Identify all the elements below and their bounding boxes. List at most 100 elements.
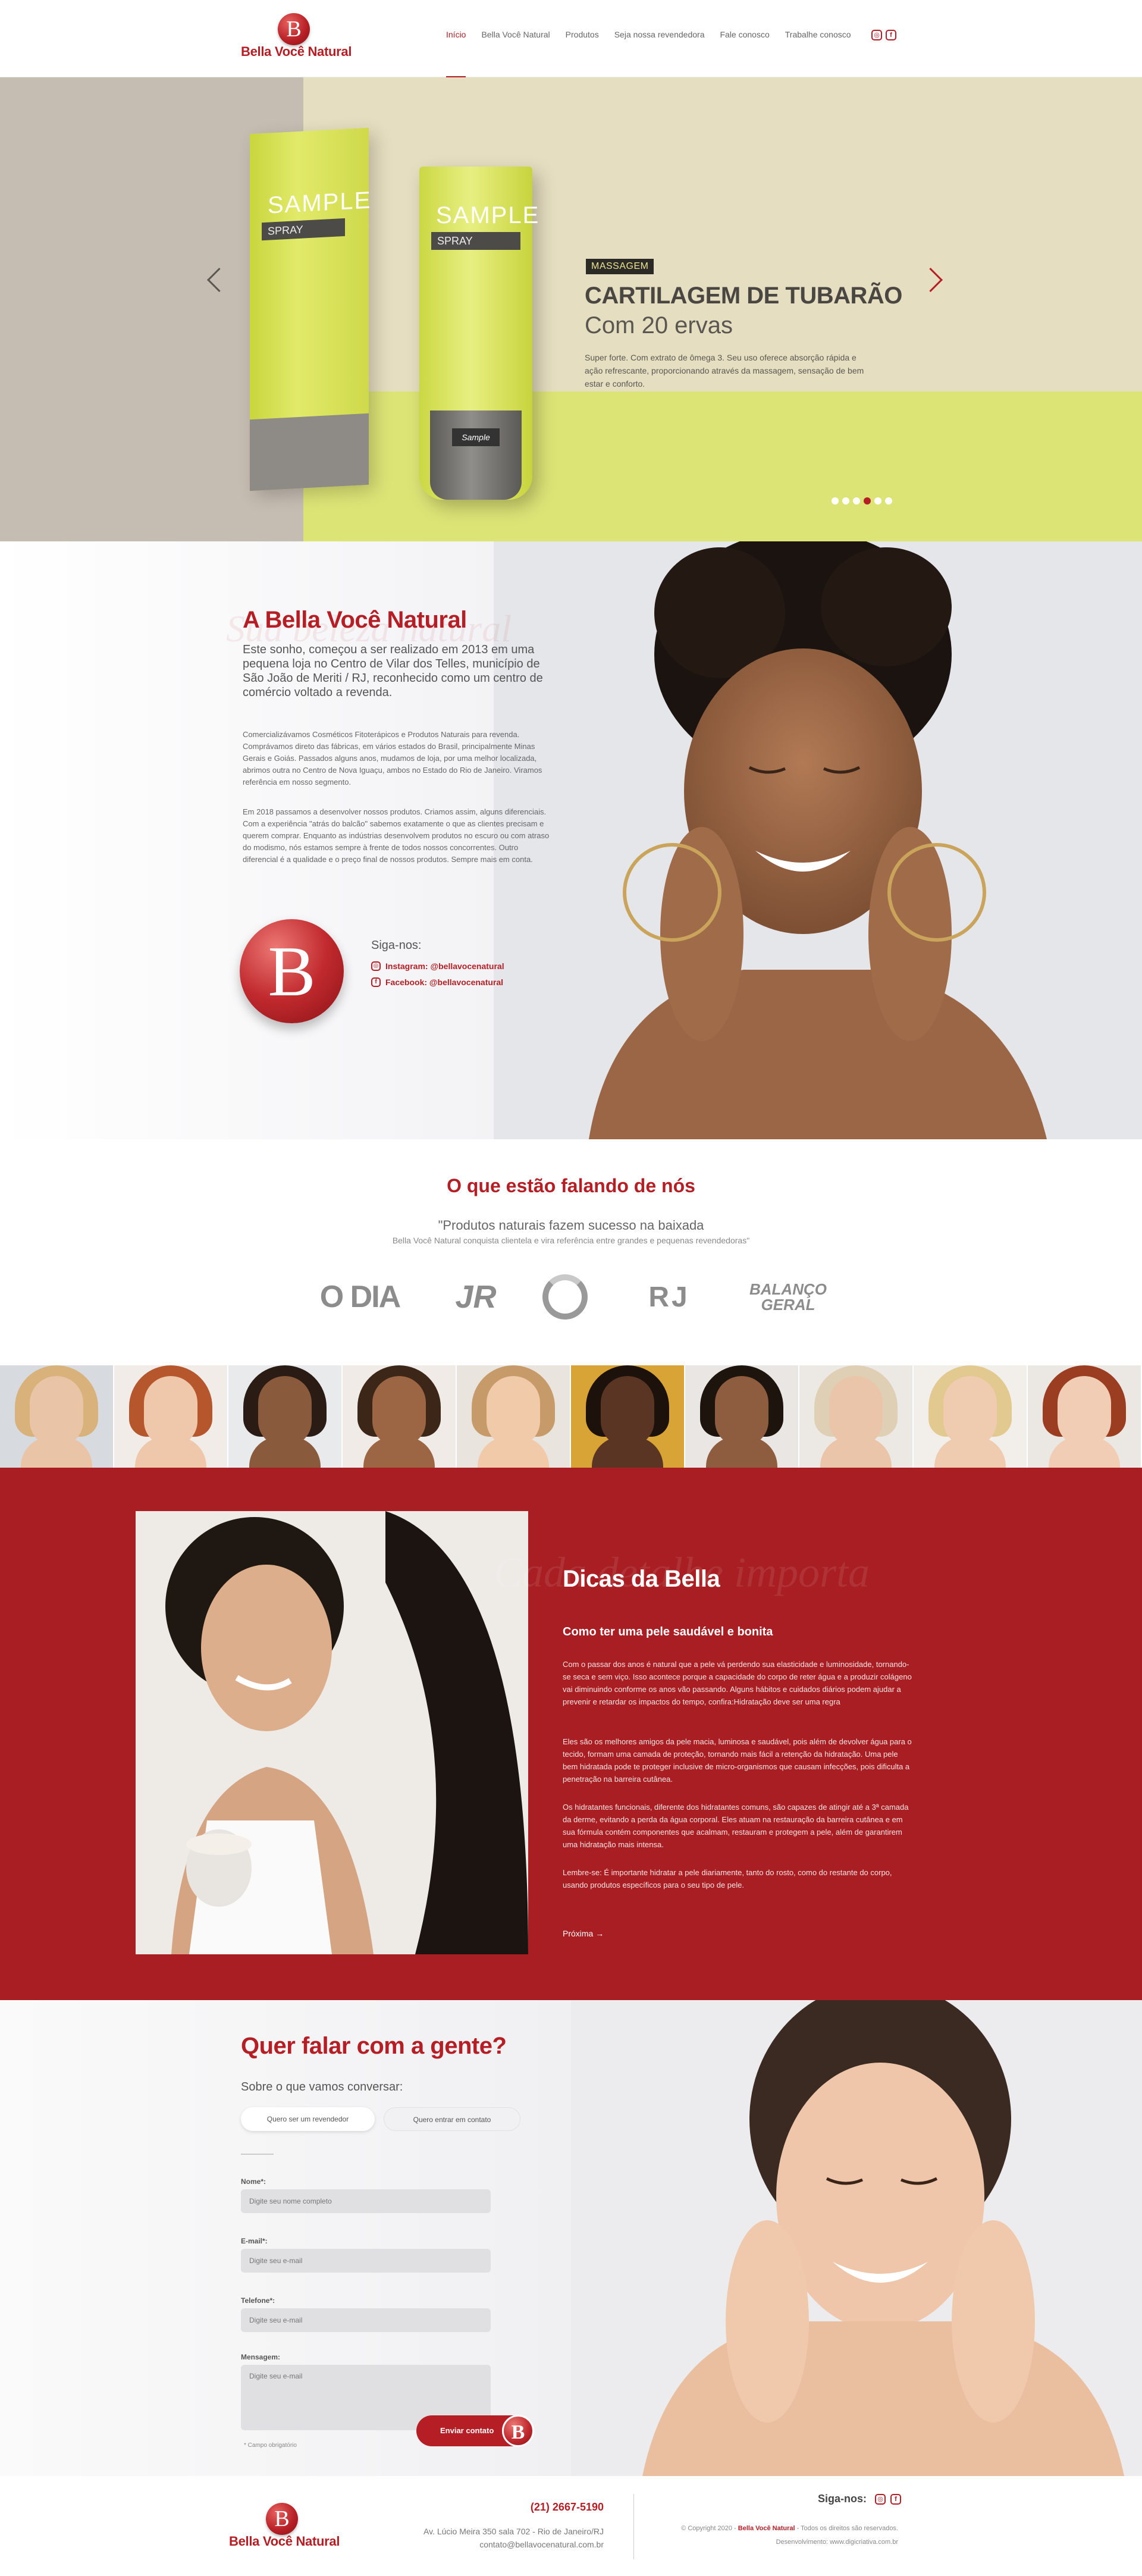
- contact-section: Quer falar com a gente? Sobre o que vamo…: [0, 2000, 1142, 2476]
- brand-badge-monogram: B: [268, 932, 316, 1011]
- face-head: [30, 1376, 83, 1446]
- hero-subtitle: Com 20 ervas: [585, 312, 733, 339]
- nav-item-fale-conosco[interactable]: Fale conosco: [720, 30, 769, 77]
- slider-dot[interactable]: [864, 497, 871, 504]
- facebook-icon[interactable]: f: [890, 2493, 902, 2505]
- face-photo: [799, 1365, 914, 1468]
- tips-woman-photo: [136, 1511, 528, 1954]
- press-logo-rj[interactable]: RJ: [625, 1273, 714, 1321]
- slider-pagination: [832, 497, 892, 504]
- about-paragraph: Em 2018 passamos a desenvolver nossos pr…: [243, 807, 550, 864]
- hero-title: CARTILAGEM DE TUBARÃO: [585, 283, 902, 309]
- slider-dot[interactable]: [885, 497, 892, 504]
- press-logos: O DIA JR RJ BALANÇO GERAL: [315, 1273, 839, 1327]
- message-label: Mensagem:: [241, 2353, 281, 2361]
- face-photo: [0, 1365, 114, 1468]
- footer-email[interactable]: contato@bellavocenatural.com.br: [404, 2540, 604, 2549]
- follow-label: Siga-nos:: [371, 939, 422, 952]
- send-monogram: B: [502, 2415, 534, 2447]
- about-title: A Bella Você Natural: [243, 607, 467, 633]
- nav-item-produtos[interactable]: Produtos: [566, 30, 599, 77]
- tips-title: Dicas da Bella: [563, 1566, 720, 1592]
- instagram-link[interactable]: ◎ Instagram: @bellavocenatural: [371, 961, 504, 971]
- footer-developer[interactable]: Desenvolvimento: www.digicriativa.com.br: [595, 2539, 898, 2546]
- chevron-right-icon[interactable]: [922, 256, 946, 303]
- chevron-left-icon[interactable]: [202, 256, 226, 303]
- footer-brand-name: Bella Você Natural: [229, 2534, 340, 2549]
- instagram-handle: Instagram: @bellavocenatural: [385, 961, 504, 971]
- face-head: [258, 1376, 312, 1446]
- send-contact-label: Enviar contato: [440, 2426, 494, 2435]
- facebook-handle: Facebook: @bellavocenatural: [385, 977, 504, 987]
- product-box-band: SPRAY: [262, 218, 345, 241]
- tips-paragraph: Com o passar dos anos é natural que a pe…: [563, 1660, 912, 1706]
- tips-next-link[interactable]: Próxima →: [563, 1929, 604, 1938]
- face-photo: [1028, 1365, 1142, 1468]
- nav-item-seja-revendedora[interactable]: Seja nossa revendedora: [614, 30, 705, 77]
- about-woman-photo: [494, 541, 1142, 1139]
- main-nav: Início Bella Você Natural Produtos Seja …: [446, 30, 851, 79]
- instagram-icon[interactable]: ◎: [875, 2493, 886, 2505]
- slider-dot[interactable]: [853, 497, 860, 504]
- site-header: B Bella Você Natural Início Bella Você N…: [0, 0, 1142, 79]
- site-footer: B Bella Você Natural (21) 2667-5190 Av. …: [0, 2476, 1142, 2576]
- option-contact-button[interactable]: Quero entrar em contato: [384, 2107, 520, 2131]
- copyright-suffix: - Todos os direitos são reservados.: [796, 2525, 898, 2532]
- brand-badge: B: [240, 919, 344, 1023]
- face-head: [1058, 1376, 1111, 1446]
- product-box-label: SAMPLE: [268, 187, 372, 219]
- contact-question: Sobre o que vamos conversar:: [241, 2080, 403, 2094]
- face-photo: [228, 1365, 343, 1468]
- brand-name: Bella Você Natural: [241, 44, 352, 59]
- instagram-icon: ◎: [371, 961, 381, 971]
- tips-paragraph: Eles são os melhores amigos da pele maci…: [563, 1737, 912, 1784]
- name-input[interactable]: [241, 2189, 491, 2213]
- face-photo: [343, 1365, 457, 1468]
- hero-description: Super forte. Com extrato de ômega 3. Seu…: [585, 353, 864, 388]
- face-photo: [571, 1365, 685, 1468]
- footer-phone[interactable]: (21) 2667-5190: [404, 2501, 604, 2514]
- tips-next-label: Próxima: [563, 1929, 594, 1938]
- press-logo-odia[interactable]: O DIA: [315, 1273, 404, 1321]
- email-input[interactable]: [241, 2249, 491, 2273]
- face-head: [943, 1376, 997, 1446]
- facebook-link[interactable]: f Facebook: @bellavocenatural: [371, 977, 503, 987]
- option-reseller-button[interactable]: Quero ser um revendedor: [241, 2107, 375, 2131]
- slider-dot[interactable]: [832, 497, 839, 504]
- footer-social: Siga-nos: ◎ f: [818, 2493, 902, 2505]
- press-quote: "Produtos naturais fazem sucesso na baix…: [438, 1218, 704, 1233]
- brand-logo[interactable]: B Bella Você Natural: [241, 13, 360, 61]
- arrow-right-icon: →: [595, 1929, 604, 1938]
- copyright-brand-link[interactable]: Bella Você Natural: [738, 2525, 795, 2532]
- product-tube-brand: Sample: [452, 428, 500, 446]
- tips-section: Cada detalhe importa Dicas da Bella Como…: [0, 1468, 1142, 2000]
- face-head: [715, 1376, 768, 1446]
- nav-item-inicio[interactable]: Início: [446, 30, 466, 79]
- nav-item-trabalhe-conosco[interactable]: Trabalhe conosco: [785, 30, 851, 77]
- phone-label: Telefone*:: [241, 2296, 275, 2305]
- slider-dot[interactable]: [874, 497, 881, 504]
- face-head: [372, 1376, 426, 1446]
- about-lead: Este sonho, começou a ser realizado em 2…: [243, 643, 543, 699]
- tips-paragraph: Os hidratantes funcionais, diferente dos…: [563, 1803, 909, 1849]
- nav-item-bella-voce-natural[interactable]: Bella Você Natural: [481, 30, 550, 77]
- phone-input[interactable]: [241, 2308, 491, 2332]
- product-box-image: SAMPLE SPRAY: [250, 127, 372, 491]
- press-logo-jr[interactable]: JR: [449, 1273, 503, 1321]
- send-contact-button[interactable]: Enviar contato B: [416, 2415, 534, 2447]
- instagram-icon[interactable]: ◎: [871, 30, 882, 40]
- contact-woman-photo: [571, 2000, 1142, 2476]
- product-tube-cap: [430, 410, 522, 500]
- globo-icon: [542, 1274, 588, 1320]
- about-section: Sua beleza natural A Bella Você Natural …: [0, 541, 1142, 1139]
- facebook-icon: f: [371, 977, 381, 987]
- slider-dot[interactable]: [842, 497, 849, 504]
- product-box-bottom: [250, 413, 369, 491]
- press-logo-balanco-geral[interactable]: BALANÇO GERAL: [749, 1273, 827, 1321]
- copyright-prefix: © Copyright 2020 -: [681, 2525, 736, 2532]
- facebook-icon[interactable]: f: [886, 30, 896, 40]
- press-subtitle: Bella Você Natural conquista clientela e…: [392, 1236, 750, 1245]
- face-head: [487, 1376, 540, 1446]
- footer-logo[interactable]: B Bella Você Natural: [229, 2503, 348, 2550]
- press-logo-globo[interactable]: [541, 1273, 589, 1321]
